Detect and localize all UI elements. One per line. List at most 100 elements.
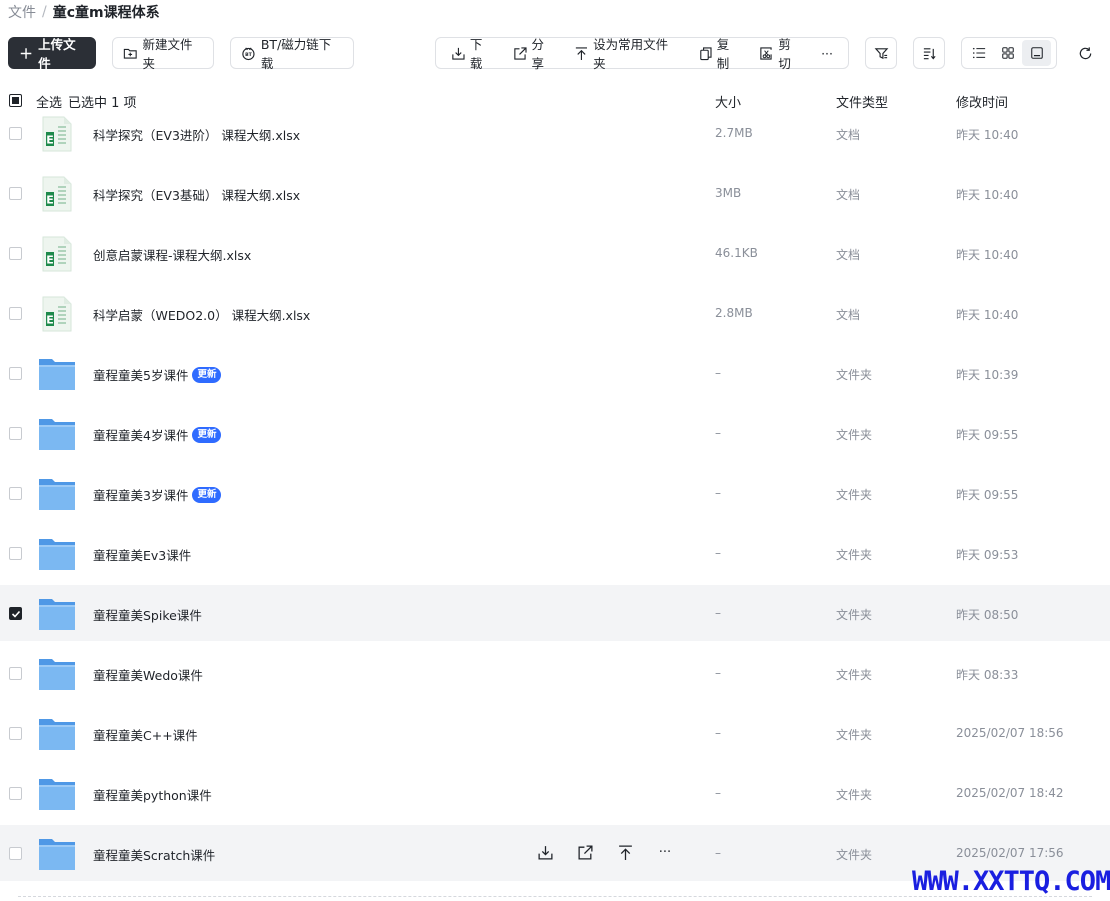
file-size: 46.1KB xyxy=(715,246,758,260)
folder-icon xyxy=(39,779,75,810)
file-type: 文档 xyxy=(836,128,861,142)
hover-share-button[interactable] xyxy=(574,841,596,863)
update-badge: 更新 xyxy=(192,486,222,503)
file-row[interactable]: E 科学启蒙（WEDO2.0） 课程大纲.xlsx 2.8MB 文档 昨天 10:40 xyxy=(0,285,1110,341)
hover-pin-top-button[interactable] xyxy=(614,841,636,863)
breadcrumb-root[interactable]: 文件 xyxy=(8,2,36,22)
file-size: 2.8MB xyxy=(715,306,753,320)
file-name[interactable]: 科学探究（EV3基础） 课程大纲.xlsx xyxy=(93,185,300,204)
file-row[interactable]: E 科学探究（EV3进阶） 课程大纲.xlsx 2.7MB 文档 昨天 10:40 xyxy=(0,105,1110,161)
cut-label: 剪切 xyxy=(778,37,791,71)
file-row[interactable]: E 科学探究（EV3基础） 课程大纲.xlsx 3MB 文档 昨天 10:40 xyxy=(0,165,1110,221)
row-checkbox[interactable] xyxy=(9,127,22,140)
upload-button[interactable]: 上传文件 xyxy=(8,37,96,71)
row-checkbox[interactable] xyxy=(9,307,22,320)
row-checkbox[interactable] xyxy=(9,847,22,860)
file-name-text: 童程童美Wedo课件 xyxy=(93,668,203,683)
breadcrumb-separator: / xyxy=(42,4,47,20)
file-name[interactable]: 创意启蒙课程-课程大纲.xlsx xyxy=(93,245,251,264)
file-size: – xyxy=(715,426,721,440)
modified-time: 2025/02/07 18:42 xyxy=(956,786,1064,800)
file-name-text: 科学启蒙（WEDO2.0） 课程大纲.xlsx xyxy=(93,308,311,323)
svg-text:BT: BT xyxy=(245,51,253,57)
preview-view-icon xyxy=(1030,47,1043,59)
file-name-text: 童程童美Scratch课件 xyxy=(93,848,216,863)
folder-row[interactable]: 童程童美3岁课件 更新 – 文件夹 昨天 09:55 xyxy=(0,465,1110,521)
modified-time: 昨天 10:40 xyxy=(956,128,1019,142)
share-button[interactable]: 分享 xyxy=(504,37,566,71)
preview-view-button[interactable] xyxy=(1022,40,1051,66)
hover-more-button[interactable]: ··· xyxy=(654,841,676,863)
folder-icon xyxy=(39,479,75,510)
folder-row[interactable]: 童程童美Spike课件 – 文件夹 昨天 08:50 xyxy=(0,585,1110,641)
row-checkbox[interactable] xyxy=(9,727,22,740)
file-name[interactable]: 童程童美5岁课件 更新 xyxy=(93,365,222,384)
excel-file-icon: E xyxy=(42,236,72,272)
filter-button[interactable] xyxy=(865,37,897,69)
bt-download-label: BT/磁力链下载 xyxy=(260,37,332,71)
row-checkbox[interactable] xyxy=(9,487,22,500)
sort-button[interactable] xyxy=(913,37,945,69)
folder-row[interactable]: 童程童美4岁课件 更新 – 文件夹 昨天 09:55 xyxy=(0,405,1110,461)
new-folder-button[interactable]: 新建文件夹 xyxy=(112,37,214,71)
file-type-icon xyxy=(38,835,76,873)
more-button[interactable]: ··· xyxy=(812,38,842,68)
list-view-button[interactable] xyxy=(964,40,993,66)
row-checkbox[interactable] xyxy=(9,187,22,200)
file-name[interactable]: 童程童美4岁课件 更新 xyxy=(93,425,222,444)
set-common-label: 设为常用文件夹 xyxy=(593,37,669,71)
update-badge: 更新 xyxy=(192,366,222,383)
row-checkbox[interactable] xyxy=(9,367,22,380)
file-row[interactable]: E 创意启蒙课程-课程大纲.xlsx 46.1KB 文档 昨天 10:40 xyxy=(0,225,1110,281)
file-type: 文件夹 xyxy=(836,728,873,742)
file-type: 文件夹 xyxy=(836,488,873,502)
file-name[interactable]: 童程童美Ev3课件 xyxy=(93,545,191,564)
file-name[interactable]: 童程童美Scratch课件 xyxy=(93,845,215,864)
file-name[interactable]: 童程童美3岁课件 更新 xyxy=(93,485,222,504)
file-size: – xyxy=(715,846,721,860)
folder-row[interactable]: 童程童美Wedo课件 – 文件夹 昨天 08:33 xyxy=(0,645,1110,701)
grid-view-button[interactable] xyxy=(993,40,1022,66)
row-hover-actions: ··· xyxy=(534,841,676,863)
file-name-text: 童程童美3岁课件 xyxy=(93,488,189,503)
row-checkbox[interactable] xyxy=(9,787,22,800)
folder-row[interactable]: 童程童美C++课件 – 文件夹 2025/02/07 18:56 xyxy=(0,705,1110,761)
file-name[interactable]: 科学启蒙（WEDO2.0） 课程大纲.xlsx xyxy=(93,305,310,324)
file-size: – xyxy=(715,726,721,740)
row-checkbox[interactable] xyxy=(9,427,22,440)
hover-download-button[interactable] xyxy=(534,841,556,863)
folder-icon xyxy=(39,599,75,630)
file-type-icon: E xyxy=(38,115,76,153)
file-type: 文件夹 xyxy=(836,368,873,382)
row-checkbox[interactable] xyxy=(9,667,22,680)
svg-text:E: E xyxy=(46,254,54,267)
folder-row[interactable]: 童程童美python课件 – 文件夹 2025/02/07 18:42 xyxy=(0,765,1110,821)
pin-top-icon xyxy=(576,46,588,60)
modified-time: 2025/02/07 18:56 xyxy=(956,726,1064,740)
update-badge: 更新 xyxy=(192,426,222,443)
file-size: – xyxy=(715,486,721,500)
folder-row[interactable]: 童程童美Ev3课件 – 文件夹 昨天 09:53 xyxy=(0,525,1110,581)
download-button[interactable]: 下载 xyxy=(442,37,504,71)
bt-download-button[interactable]: BT BT/磁力链下载 xyxy=(230,37,354,71)
file-name-text: 童程童美4岁课件 xyxy=(93,428,189,443)
copy-button[interactable]: 复制 xyxy=(689,37,751,71)
file-type: 文件夹 xyxy=(836,788,873,802)
sort-icon xyxy=(923,47,936,60)
row-checkbox[interactable] xyxy=(9,247,22,260)
file-name[interactable]: 科学探究（EV3进阶） 课程大纲.xlsx xyxy=(93,125,300,144)
row-checkbox[interactable] xyxy=(9,607,22,620)
file-size: – xyxy=(715,366,721,380)
svg-text:E: E xyxy=(46,194,54,207)
refresh-button[interactable] xyxy=(1071,37,1099,69)
cut-button[interactable]: 剪切 xyxy=(750,37,812,71)
file-name[interactable]: 童程童美python课件 xyxy=(93,785,212,804)
folder-row[interactable]: 童程童美5岁课件 更新 – 文件夹 昨天 10:39 xyxy=(0,345,1110,401)
file-name-text: 创意启蒙课程-课程大纲.xlsx xyxy=(93,248,252,263)
file-name[interactable]: 童程童美Wedo课件 xyxy=(93,665,203,684)
set-common-folder-button[interactable]: 设为常用文件夹 xyxy=(565,37,689,71)
file-name[interactable]: 童程童美Spike课件 xyxy=(93,605,202,624)
row-checkbox[interactable] xyxy=(9,547,22,560)
file-type-icon xyxy=(38,415,76,453)
file-name[interactable]: 童程童美C++课件 xyxy=(93,725,198,744)
